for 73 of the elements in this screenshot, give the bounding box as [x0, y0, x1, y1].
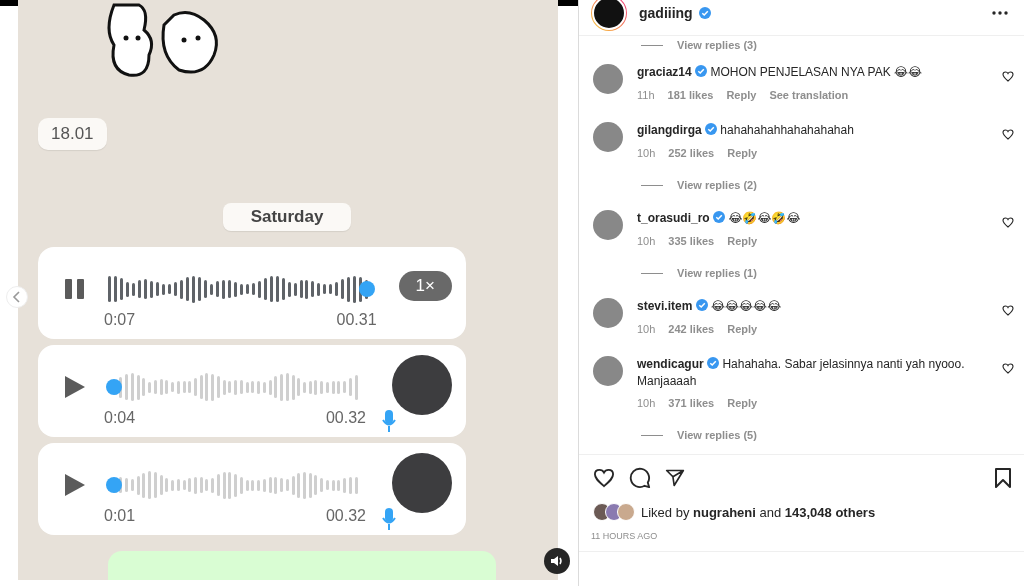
date-chip: Saturday — [222, 203, 352, 231]
avatar-circle — [392, 453, 452, 513]
progress-thumb[interactable] — [106, 477, 122, 493]
send-icon[interactable] — [665, 468, 685, 488]
view-replies-link[interactable]: View replies (2) — [677, 179, 757, 191]
comment-text: Hahahaha. Sabar jelasinnya nanti yah nyooo. — [722, 357, 965, 371]
comment-text: 😂😂😂😂😂 — [711, 299, 782, 313]
comment-time: 10h — [637, 146, 656, 161]
chevron-left-icon — [12, 291, 22, 303]
view-replies-link[interactable]: View replies (5) — [677, 429, 757, 441]
view-replies-link[interactable]: View replies (1) — [677, 267, 757, 279]
like-count[interactable]: 242 likes — [668, 320, 715, 338]
more-options-icon[interactable] — [992, 10, 1008, 15]
comment-username[interactable]: gilangdirga — [637, 123, 702, 137]
user-avatar[interactable] — [593, 210, 623, 240]
comment-action-link[interactable]: Reply — [727, 394, 758, 412]
play-icon[interactable] — [64, 473, 86, 497]
comment-action-link[interactable]: Reply — [726, 86, 757, 104]
sound-toggle-button[interactable] — [544, 548, 570, 574]
comment-text: Manjaaaah — [637, 373, 697, 390]
playback-speed-button[interactable]: 1× — [398, 271, 452, 301]
progress-thumb[interactable] — [106, 379, 122, 395]
comment-time: 11h — [637, 88, 655, 103]
duration: 00.31 — [336, 311, 377, 329]
comment-username[interactable]: graciaz14 — [637, 65, 692, 79]
heart-icon[interactable] — [1002, 71, 1014, 82]
user-avatar[interactable] — [593, 122, 623, 152]
speaker-icon — [550, 555, 564, 567]
comment-time: 10h — [637, 234, 656, 249]
comment-action-link[interactable]: See translation — [769, 86, 849, 104]
user-avatar[interactable] — [593, 298, 623, 328]
comment-time: 10h — [637, 322, 656, 337]
comment-username[interactable]: stevi.item — [637, 299, 693, 313]
comment-username[interactable]: wendicagur — [637, 357, 704, 371]
heart-icon[interactable] — [1002, 363, 1014, 374]
like-count[interactable]: 252 likes — [668, 144, 715, 162]
elapsed-time: 0:07 — [104, 311, 136, 329]
progress-thumb[interactable] — [359, 281, 376, 297]
profile-avatar[interactable] — [591, 0, 627, 31]
microphone-icon — [382, 409, 396, 433]
likes-summary: Liked by nugraheni and 143,048 others — [641, 504, 876, 520]
view-replies-link[interactable]: View replies (3) — [677, 39, 757, 51]
user-avatar — [617, 503, 635, 521]
comment-icon[interactable] — [629, 467, 651, 489]
elapsed-time: 0:01 — [104, 507, 136, 525]
comment-action-link[interactable]: Reply — [727, 144, 758, 162]
comment-text: 😂🤣😂🤣😂 — [728, 211, 801, 225]
duration: 00.32 — [325, 409, 366, 427]
comment-time: 10h — [637, 396, 656, 411]
heart-icon[interactable] — [1002, 129, 1014, 140]
avatar-circle — [392, 355, 452, 415]
play-icon[interactable] — [64, 375, 86, 399]
heart-icon[interactable] — [1002, 217, 1014, 228]
comment-text: MOHON PENJELASAN NYA PAK 😂😂 — [710, 65, 923, 79]
heart-icon[interactable] — [593, 468, 615, 488]
username-link[interactable]: gadiiing — [639, 4, 693, 21]
elapsed-time: 0:04 — [104, 409, 136, 427]
microphone-icon — [382, 507, 396, 531]
bookmark-icon[interactable] — [994, 468, 1012, 488]
like-count[interactable]: 335 likes — [668, 232, 715, 250]
time-chip: 18.01 — [38, 118, 107, 150]
comment-username[interactable]: t_orasudi_ro — [637, 211, 710, 225]
heart-icon[interactable] — [1002, 305, 1014, 316]
post-timestamp: 11 HOURS AGO — [590, 530, 659, 543]
user-avatar[interactable] — [593, 64, 623, 94]
comment-action-link[interactable]: Reply — [727, 320, 758, 338]
user-avatar[interactable] — [593, 356, 623, 386]
like-count[interactable]: 181 likes — [667, 86, 714, 104]
comment-action-link[interactable]: Reply — [727, 232, 758, 250]
duration: 00.32 — [325, 507, 366, 525]
like-count[interactable]: 371 likes — [668, 394, 715, 412]
comment-text: hahahahahhahahahahah — [720, 123, 854, 137]
pause-icon[interactable] — [64, 278, 86, 300]
